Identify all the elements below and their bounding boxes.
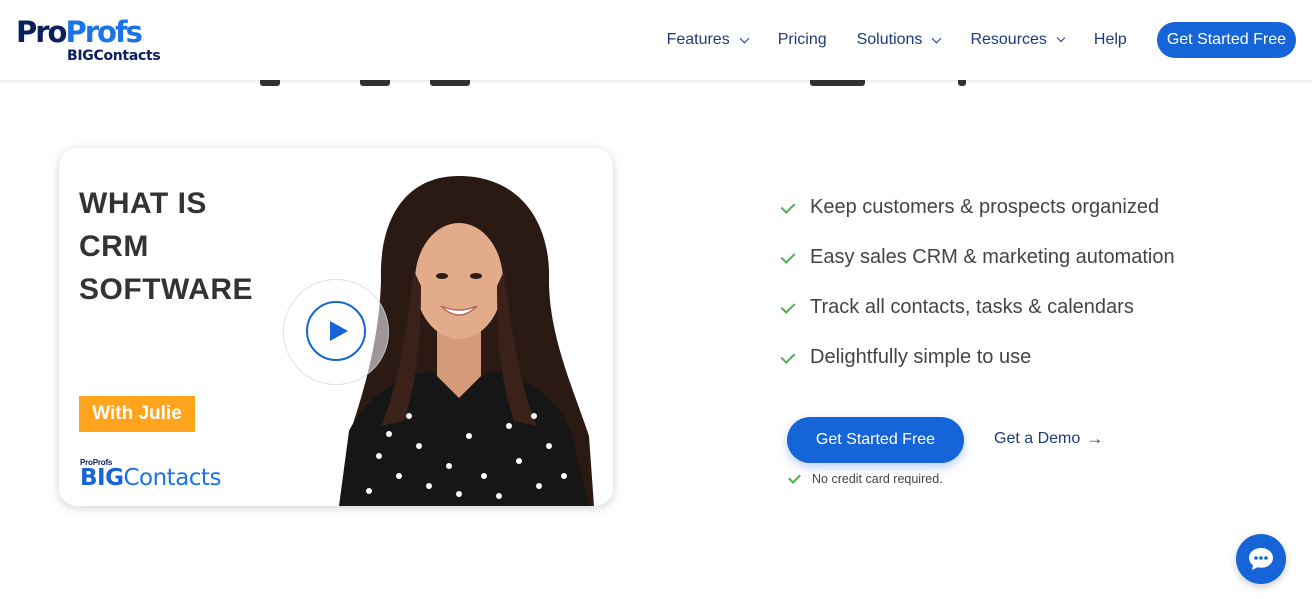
check-icon xyxy=(780,292,798,322)
logo-sub-text: BIGContacts xyxy=(67,48,161,64)
video-title-line: SOFTWARE xyxy=(79,273,253,306)
chevron-down-icon xyxy=(931,33,942,43)
no-credit-card-note: No credit card required. xyxy=(787,470,943,488)
chevron-down-icon xyxy=(1056,33,1066,43)
check-icon xyxy=(780,242,798,272)
feature-text: Delightfully simple to use xyxy=(810,346,1032,368)
check-icon xyxy=(787,470,803,488)
feature-text: Track all contacts, tasks & calendars xyxy=(810,296,1134,318)
header-get-started-button[interactable]: Get Started Free xyxy=(1156,22,1296,58)
crm-video-thumbnail[interactable]: WHAT IS CRM SOFTWARE With Julie ProProfs… xyxy=(59,148,613,506)
video-logo-rest: Contacts xyxy=(123,465,221,491)
arrow-right-icon: → xyxy=(1086,429,1104,448)
feature-text: Keep customers & prospects organized xyxy=(810,196,1160,218)
video-bigcontacts-logo: ProProfs BIGContacts xyxy=(80,458,221,491)
feature-text: Easy sales CRM & marketing automation xyxy=(810,246,1175,268)
nav-pricing[interactable]: Pricing xyxy=(778,31,827,49)
get-a-demo-link[interactable]: Get a Demo → xyxy=(994,428,1103,450)
video-title-line: WHAT IS xyxy=(79,187,207,220)
chat-icon xyxy=(1249,548,1273,570)
feature-item: Keep customers & prospects organized xyxy=(780,182,1175,232)
check-icon xyxy=(780,192,798,222)
presenter-badge: With Julie xyxy=(79,396,195,432)
nav-solutions[interactable]: Solutions xyxy=(856,31,942,49)
feature-item: Track all contacts, tasks & calendars xyxy=(780,282,1175,332)
feature-list: Keep customers & prospects organized Eas… xyxy=(780,182,1175,382)
nav-features-label: Features xyxy=(666,31,730,48)
chevron-down-icon xyxy=(739,33,750,43)
play-icon xyxy=(329,321,348,341)
get-a-demo-label: Get a Demo xyxy=(994,430,1081,447)
nav-resources-label: Resources xyxy=(970,31,1047,48)
nav-help[interactable]: Help xyxy=(1094,31,1127,49)
feature-item: Easy sales CRM & marketing automation xyxy=(780,232,1175,282)
nav-pricing-label: Pricing xyxy=(777,31,827,48)
nav-resources[interactable]: Resources xyxy=(970,31,1066,49)
video-title: WHAT IS CRM SOFTWARE xyxy=(79,182,253,311)
logo-profs-text: Profs xyxy=(65,15,142,49)
site-header: ProProfs BIGContacts Features Pricing So… xyxy=(0,0,1312,80)
note-text: No credit card required. xyxy=(812,472,943,486)
chat-widget-button[interactable] xyxy=(1236,534,1286,584)
nav-solutions-label: Solutions xyxy=(856,31,923,48)
get-started-free-button[interactable]: Get Started Free xyxy=(787,417,964,463)
main-nav: Features Pricing Solutions Resources Hel… xyxy=(667,22,1296,58)
nav-help-label: Help xyxy=(1093,31,1127,48)
play-button[interactable] xyxy=(306,301,366,361)
video-title-line: CRM xyxy=(79,230,149,263)
video-logo-big: BIG xyxy=(80,465,124,491)
logo-pro-text: Pro xyxy=(16,15,68,49)
proprofs-bigcontacts-logo[interactable]: ProProfs BIGContacts xyxy=(16,16,166,66)
feature-item: Delightfully simple to use xyxy=(780,332,1175,382)
check-icon xyxy=(780,342,798,372)
nav-features[interactable]: Features xyxy=(666,31,750,49)
